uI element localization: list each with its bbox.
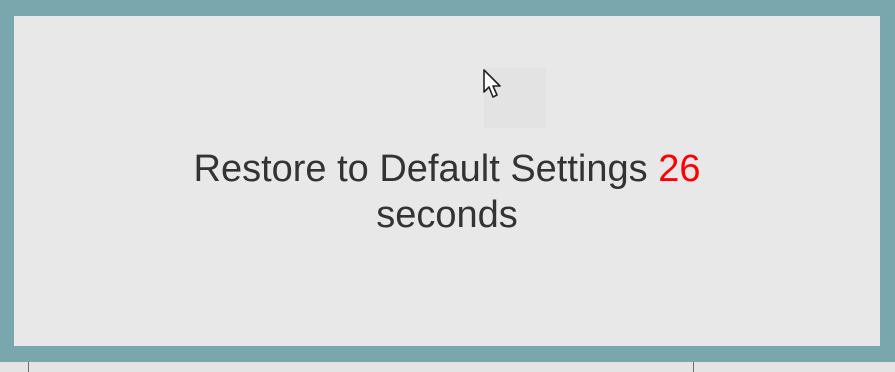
mouse-pointer-icon (483, 69, 501, 98)
restore-label: Restore to Default Settings (193, 148, 648, 190)
strip-divider (693, 362, 694, 372)
strip-divider (28, 362, 29, 372)
underlying-window-strip (0, 362, 895, 372)
countdown-value: 26 (658, 148, 701, 190)
restore-dialog: Restore to Default Settings 26 seconds (14, 16, 880, 346)
dialog-frame: Restore to Default Settings 26 seconds (0, 0, 895, 362)
restore-message: Restore to Default Settings 26 seconds (14, 146, 880, 238)
countdown-unit: seconds (376, 194, 518, 236)
